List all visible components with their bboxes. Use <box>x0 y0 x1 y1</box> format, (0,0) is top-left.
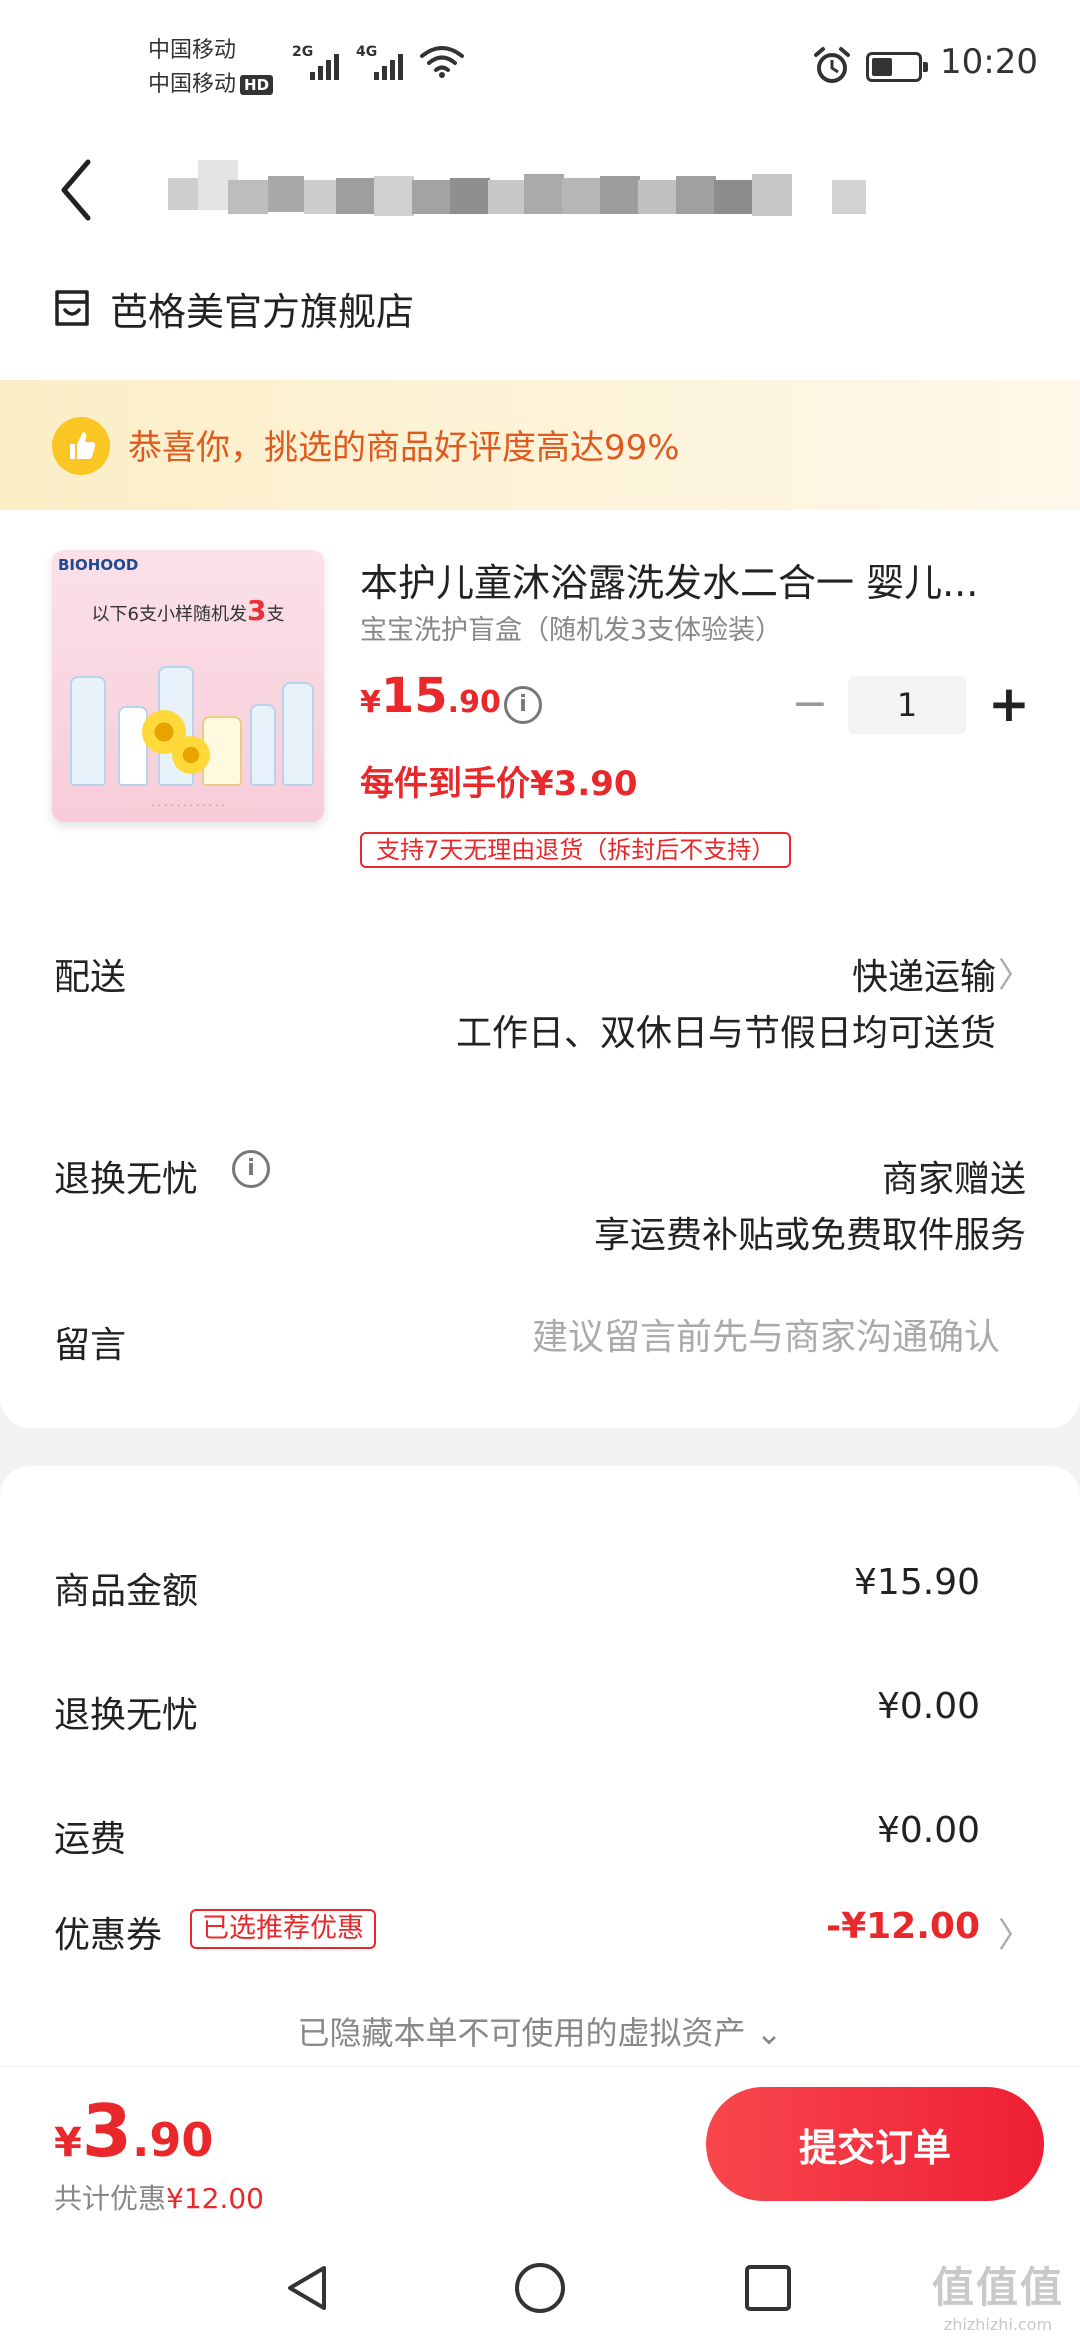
unit-final-price: 每件到手价¥3.90 <box>360 764 638 804</box>
network-type-2: 4G <box>356 44 378 60</box>
delivery-note: 工作日、双休日与节假日均可送货 <box>455 1013 996 1054</box>
carrier-1: 中国移动 <box>148 38 237 63</box>
quantity-value[interactable]: 1 <box>848 676 966 734</box>
coupon-selected-tag: 已选推荐优惠 <box>190 1909 376 1949</box>
store-name: 芭格美官方旗舰店 <box>110 289 415 334</box>
signal-icon-1: 2G <box>292 44 348 84</box>
product-image-text: 以下6支小样随机发3支 <box>91 594 285 627</box>
banner-text: 恭喜你，挑选的商品好评度高达99% <box>128 428 680 468</box>
exchange-info-icon[interactable]: i <box>232 1150 270 1188</box>
coupon-label: 优惠券 <box>54 1915 163 1956</box>
shipping-label: 运费 <box>54 1819 127 1860</box>
exchange-value: 商家赠送 <box>881 1159 1026 1200</box>
submit-order-button[interactable]: 提交订单 <box>706 2087 1044 2201</box>
carrier-info: 中国移动 中国移动 HD <box>148 34 274 102</box>
quantity-increase-button[interactable]: + <box>984 676 1034 734</box>
exchange-fee-value: ¥0.00 <box>876 1686 980 1727</box>
hd-badge: HD <box>240 75 274 95</box>
product-spec: 宝宝洗护盲盒（随机发3支体验装） <box>360 615 783 646</box>
product-image[interactable]: BIOHOOD 以下6支小样随机发3支 · · · · · · · · · · … <box>52 550 324 822</box>
watermark: 值值值 zhizhizhi.com <box>931 2263 1064 2334</box>
status-bar: 中国移动 中国移动 HD 2G 4G 10:20 <box>0 0 1080 130</box>
product-image-logo: BIOHOOD <box>58 556 139 574</box>
remark-label: 留言 <box>54 1325 127 1366</box>
coupon-chevron-icon[interactable]: 〉 <box>998 1908 1032 1957</box>
remark-input[interactable] <box>440 1307 1000 1367</box>
delivery-value[interactable]: 快递运输 <box>852 948 996 1000</box>
exchange-label: 退换无忧 <box>54 1159 199 1200</box>
network-type-1: 2G <box>292 44 314 60</box>
total-price: ¥3.90 <box>54 2089 214 2173</box>
total-discount: 共计优惠¥12.00 <box>54 2182 264 2215</box>
blurred-title <box>168 140 888 250</box>
nav-back-icon[interactable] <box>278 2258 338 2318</box>
product-title[interactable]: 本护儿童沐浴露洗发水二合一 婴儿... <box>360 552 1010 607</box>
return-policy-tag: 支持7天无理由退货（拆封后不支持） <box>360 832 792 868</box>
thumbs-up-icon <box>52 417 110 475</box>
clock: 10:20 <box>940 42 1038 82</box>
praise-banner: 恭喜你，挑选的商品好评度高达99% <box>0 380 1080 510</box>
exchange-note: 享运费补贴或免费取件服务 <box>593 1215 1026 1256</box>
store-icon <box>55 290 89 326</box>
nav-home-icon[interactable] <box>510 2258 570 2318</box>
shipping-value: ¥0.00 <box>876 1810 980 1851</box>
system-nav-bar: 值值值 zhizhizhi.com <box>0 2236 1080 2340</box>
hidden-assets-toggle[interactable]: 已隐藏本单不可使用的虚拟资产 ⌄ <box>0 2008 1080 2054</box>
back-button[interactable] <box>50 150 110 230</box>
battery-level <box>872 58 892 76</box>
store-row[interactable]: 芭格美官方旗舰店 <box>52 278 414 338</box>
price-info-icon[interactable]: i <box>504 686 542 724</box>
product-image-caption: · · · · · · · · · · · · <box>151 801 225 812</box>
coupon-value[interactable]: -¥12.00 <box>826 1906 980 1947</box>
signal-icon-2: 4G <box>356 44 412 84</box>
goods-amount-label: 商品金额 <box>54 1571 199 1612</box>
quantity-decrease-button[interactable]: − <box>790 680 830 730</box>
nav-recents-icon[interactable] <box>738 2258 798 2318</box>
carrier-2: 中国移动 <box>148 72 237 97</box>
checkout-bar: ¥3.90 共计优惠¥12.00 提交订单 <box>0 2066 1080 2236</box>
delivery-chevron-icon[interactable]: 〉 <box>998 948 1032 997</box>
price-summary-card: 商品金额 ¥15.90 退换无忧 ¥0.00 运费 ¥0.00 优惠券 已选推荐… <box>0 1466 1080 2086</box>
battery-icon <box>866 52 928 82</box>
exchange-fee-label: 退换无忧 <box>54 1695 199 1736</box>
product-price: ¥15.90 <box>360 668 501 724</box>
delivery-label: 配送 <box>54 957 127 998</box>
wifi-icon <box>420 46 464 78</box>
alarm-icon <box>814 47 850 83</box>
goods-amount-value: ¥15.90 <box>854 1562 980 1603</box>
order-item-card: BIOHOOD 以下6支小样随机发3支 · · · · · · · · · · … <box>0 510 1080 1428</box>
header: 芭格美官方旗舰店 <box>0 130 1080 380</box>
